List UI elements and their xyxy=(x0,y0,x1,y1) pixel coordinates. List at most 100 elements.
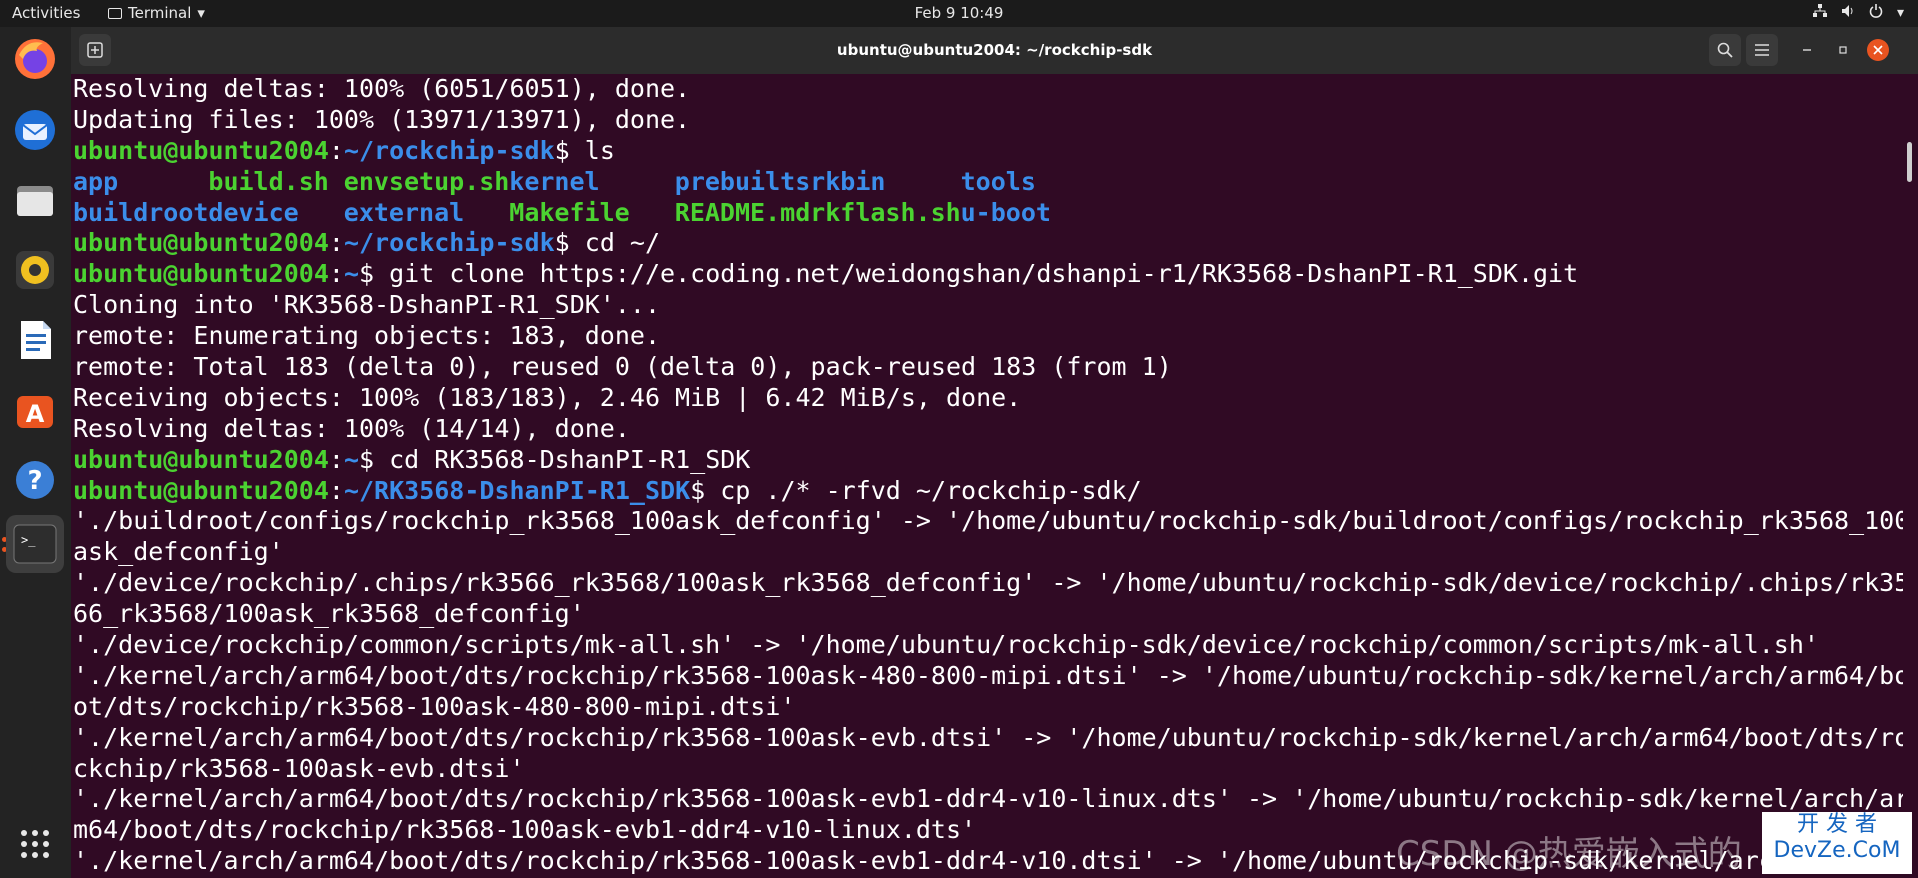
chevron-down-icon: ▾ xyxy=(1896,5,1904,21)
command-text: cd ~/ xyxy=(569,228,661,258)
command-text: git clone https://e.coding.net/weidongsh… xyxy=(374,259,1579,289)
prompt-symbol: $ xyxy=(359,259,375,289)
output-line: ask_defconfig' xyxy=(73,537,284,567)
output-line: ckchip/rk3568-100ask-evb.dtsi' xyxy=(73,753,525,783)
output-line: './kernel/arch/arm64/boot/dts/rockchip/r… xyxy=(73,784,1903,814)
ls-directory-entry: external xyxy=(343,197,465,227)
app-center-icon[interactable]: A xyxy=(11,386,59,434)
prompt-user: ubuntu@ubuntu2004 xyxy=(73,444,329,474)
svg-text:>_: >_ xyxy=(21,533,36,547)
prompt-separator: : xyxy=(328,228,344,258)
power-icon xyxy=(1869,4,1883,22)
output-line: './kernel/arch/arm64/boot/dts/rockchip/r… xyxy=(73,660,1903,690)
command-text: ls xyxy=(569,135,615,165)
output-line: Receiving objects: 100% (183/183), 2.46 … xyxy=(73,382,1022,412)
ls-directory-entry: u-boot xyxy=(960,197,1051,227)
show-apps-grid-icon[interactable] xyxy=(11,820,59,868)
prompt-symbol: $ xyxy=(359,444,375,474)
output-line: Resolving deltas: 100% (14/14), done. xyxy=(73,413,630,443)
ls-output-row: buildrootdevice external Makefile README.md… xyxy=(71,198,1903,229)
scrollbar[interactable] xyxy=(1907,142,1912,182)
prompt-line: ubuntu@ubuntu2004:~$ git clone https://e… xyxy=(71,259,1903,290)
ls-executable-entry: README.md xyxy=(674,197,811,227)
output-line: Resolving deltas: 100% (6051/6051), done… xyxy=(73,74,691,103)
ls-directory-entry: buildroot xyxy=(73,197,209,227)
prompt-line: ubuntu@ubuntu2004:~$ cd RK3568-DshanPI-R… xyxy=(71,445,1903,476)
prompt-path: ~/rockchip-sdk xyxy=(343,228,555,258)
network-icon xyxy=(1812,4,1827,22)
terminal-icon[interactable]: >_ xyxy=(6,515,64,573)
close-button[interactable] xyxy=(1867,39,1889,61)
files-icon[interactable] xyxy=(11,176,59,224)
output-line: './kernel/arch/arm64/boot/dts/rockchip/r… xyxy=(73,722,1903,752)
window-header-bar: ubuntu@ubuntu2004: ~/rockchip-sdk xyxy=(71,27,1918,74)
output-line: 66_rk3568/100ask_rk3568_defconfig' xyxy=(73,599,585,629)
watermark-logo-line1: 开 发 者 xyxy=(1797,812,1877,837)
prompt-separator: : xyxy=(328,135,344,165)
ls-directory-entry: device xyxy=(208,197,299,227)
prompt-path: ~/rockchip-sdk xyxy=(343,135,555,165)
prompt-user: ubuntu@ubuntu2004 xyxy=(73,228,329,258)
watermark-logo: 开 发 者 DevZe.CoM xyxy=(1762,812,1912,874)
prompt-path: ~ xyxy=(343,444,359,474)
clock[interactable]: Feb 9 10:49 xyxy=(0,4,1918,22)
prompt-symbol: $ xyxy=(554,228,570,258)
prompt-user: ubuntu@ubuntu2004 xyxy=(73,135,329,165)
hamburger-menu-button[interactable] xyxy=(1746,34,1778,66)
prompt-line: ubuntu@ubuntu2004:~/rockchip-sdk$ cd ~/ xyxy=(71,228,1903,259)
output-line: Updating files: 100% (13971/13971), done… xyxy=(73,104,691,134)
terminal-output[interactable]: Resolving deltas: 100% (6051/6051), done… xyxy=(71,74,1903,878)
system-tray[interactable]: ▾ xyxy=(1812,4,1904,22)
command-text: cd RK3568-DshanPI-R1_SDK xyxy=(374,444,751,474)
ls-directory-entry: prebuilts xyxy=(674,166,811,196)
prompt-user: ubuntu@ubuntu2004 xyxy=(73,475,329,505)
window-title: ubuntu@ubuntu2004: ~/rockchip-sdk xyxy=(836,41,1153,59)
libreoffice-writer-icon[interactable] xyxy=(11,316,59,364)
output-line: remote: Enumerating objects: 183, done. xyxy=(73,321,660,351)
firefox-icon[interactable] xyxy=(11,35,59,83)
ls-executable-entry: Makefile xyxy=(509,197,630,227)
ls-directory-entry: kernel xyxy=(509,166,600,196)
output-line: Cloning into 'RK3568-DshanPI-R1_SDK'... xyxy=(73,290,660,320)
ls-executable-entry: rkflash.sh xyxy=(810,197,961,227)
ls-directory-entry: app xyxy=(73,166,119,196)
ls-directory-entry: tools xyxy=(960,166,1036,196)
top-bar: Activities Terminal ▾ Feb 9 10:49 ▾ xyxy=(0,0,1918,27)
restore-icon xyxy=(1839,46,1847,54)
prompt-user: ubuntu@ubuntu2004 xyxy=(73,259,329,289)
ls-executable-entry: build.sh xyxy=(208,166,329,196)
rhythmbox-icon[interactable] xyxy=(11,246,59,294)
output-line: './buildroot/configs/rockchip_rk3568_100… xyxy=(73,506,1903,536)
svg-text:A: A xyxy=(26,400,45,428)
prompt-symbol: $ xyxy=(690,475,706,505)
output-line: remote: Total 183 (delta 0), reused 0 (d… xyxy=(73,352,1172,382)
ls-executable-entry: envsetup.sh xyxy=(343,166,510,196)
command-text: cp ./* -rfvd ~/rockchip-sdk/ xyxy=(705,475,1142,505)
prompt-line: ubuntu@ubuntu2004:~/rockchip-sdk$ ls xyxy=(71,136,1903,167)
prompt-path: ~ xyxy=(343,259,359,289)
prompt-line: ubuntu@ubuntu2004:~/RK3568-DshanPI-R1_SD… xyxy=(71,476,1903,507)
search-icon xyxy=(1717,42,1733,58)
prompt-symbol: $ xyxy=(554,135,570,165)
close-icon xyxy=(1873,45,1883,55)
prompt-separator: : xyxy=(328,475,344,505)
watermark-logo-line2: DevZe.CoM xyxy=(1773,838,1901,863)
output-line: ot/dts/rockchip/rk3568-100ask-480-800-mi… xyxy=(73,691,796,721)
svg-text:?: ? xyxy=(27,466,42,496)
prompt-separator: : xyxy=(328,259,344,289)
prompt-path: ~/RK3568-DshanPI-R1_SDK xyxy=(343,475,691,505)
thunderbird-icon[interactable] xyxy=(11,106,59,154)
watermark-text: CSDN @热爱嵌入式的 xyxy=(1396,834,1742,874)
minimize-icon xyxy=(1803,49,1811,51)
volume-icon xyxy=(1841,4,1855,22)
dock: A ? >_ xyxy=(0,27,71,878)
search-button[interactable] xyxy=(1709,34,1741,66)
help-icon[interactable]: ? xyxy=(11,456,59,504)
output-line: './device/rockchip/.chips/rk3566_rk3568/… xyxy=(73,568,1903,598)
prompt-separator: : xyxy=(328,444,344,474)
output-line: './device/rockchip/common/scripts/mk-all… xyxy=(73,630,1819,660)
menu-icon xyxy=(1755,44,1769,56)
maximize-button[interactable] xyxy=(1827,34,1859,66)
minimize-button[interactable] xyxy=(1791,34,1823,66)
ls-directory-entry: rkbin xyxy=(810,166,886,196)
